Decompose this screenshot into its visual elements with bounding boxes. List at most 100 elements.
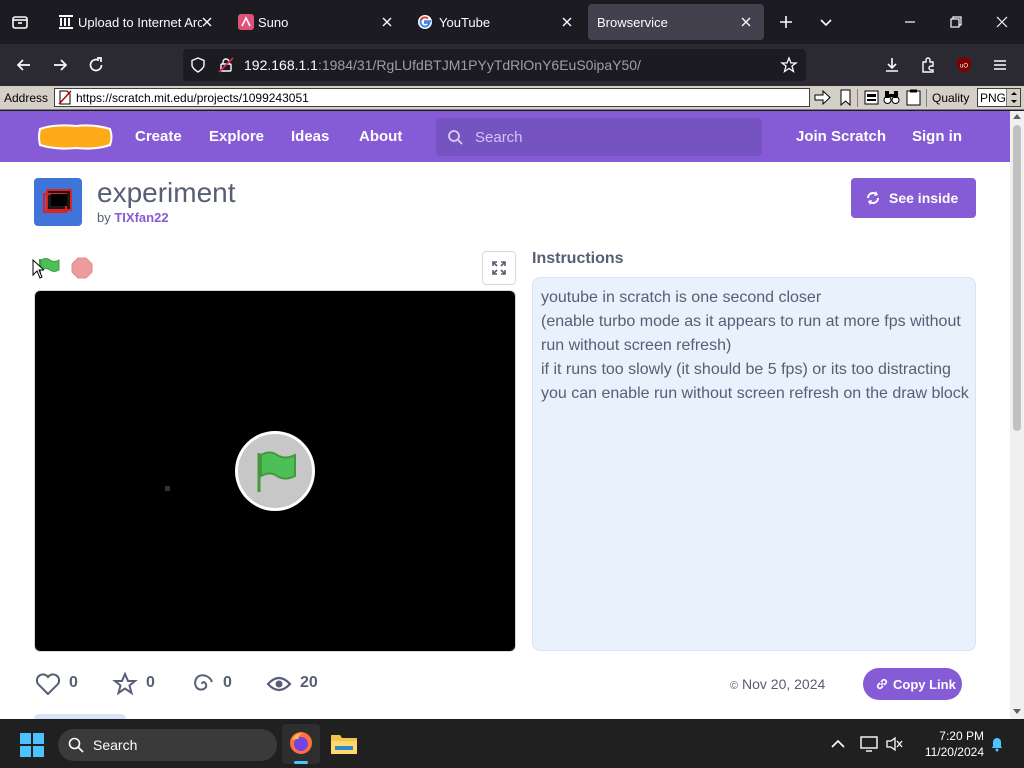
shield-icon[interactable] xyxy=(189,56,207,74)
tab-title: Browservice xyxy=(597,15,668,30)
quality-select[interactable]: PNG xyxy=(977,88,1021,107)
taskbar-clock[interactable]: 7:20 PM 11/20/2024 xyxy=(912,728,984,760)
start-flag-button[interactable] xyxy=(235,431,315,511)
sign-in-link[interactable]: Sign in xyxy=(912,128,962,145)
fullscreen-button[interactable] xyxy=(482,251,516,285)
firefox-taskbar-button[interactable] xyxy=(282,724,320,764)
close-icon[interactable] xyxy=(560,15,574,29)
instructions-line: you can enable run without screen refres… xyxy=(541,385,969,402)
print-page-icon[interactable] xyxy=(862,88,881,107)
instructions-line: youtube in scratch is one second closer xyxy=(541,289,822,306)
scratch-logo[interactable] xyxy=(36,123,114,151)
tab-title: Suno xyxy=(258,15,289,30)
restore-icon[interactable] xyxy=(946,12,966,32)
by-label: by xyxy=(97,210,111,225)
remix-spiral-icon[interactable] xyxy=(190,672,214,696)
clipboard-icon[interactable] xyxy=(904,88,923,107)
close-icon[interactable] xyxy=(200,15,214,29)
extensions-icon[interactable] xyxy=(918,55,938,75)
notification-bell-icon[interactable] xyxy=(989,736,1005,752)
stop-icon[interactable] xyxy=(71,257,93,279)
project-stage[interactable] xyxy=(34,290,516,652)
close-icon[interactable] xyxy=(739,15,753,29)
address-field[interactable]: https://scratch.mit.edu/projects/1099243… xyxy=(54,88,810,107)
archive-icon xyxy=(58,14,74,30)
active-app-indicator xyxy=(294,761,308,764)
url-path: :1984/31/RgLUfdBTJM1PYyTdRlOnY6EuS0ipaY5… xyxy=(317,57,641,73)
clock-date: 11/20/2024 xyxy=(924,745,984,759)
close-window-icon[interactable] xyxy=(992,12,1012,32)
scrollbar-thumb[interactable] xyxy=(1013,125,1021,431)
nav-about[interactable]: About xyxy=(359,128,402,145)
nav-explore[interactable]: Explore xyxy=(209,128,264,145)
url-text[interactable]: 192.168.1.1:1984/31/RgLUfdBTJM1PYyTdRlOn… xyxy=(244,57,641,73)
minimize-icon[interactable] xyxy=(900,12,920,32)
scratch-project-page: Create Explore Ideas About Search Join S… xyxy=(0,111,1010,719)
file-explorer-icon[interactable] xyxy=(330,732,358,756)
insecure-lock-icon[interactable] xyxy=(217,56,235,74)
project-byline: by TIXfan22 xyxy=(97,210,169,225)
nav-create[interactable]: Create xyxy=(135,128,182,145)
loves-count: 0 xyxy=(69,674,78,691)
eye-icon xyxy=(266,673,292,695)
windows-start-icon[interactable] xyxy=(20,733,44,757)
chevron-up-icon[interactable] xyxy=(830,737,846,751)
find-binoculars-icon[interactable] xyxy=(882,88,901,107)
tab-youtube[interactable]: YouTube xyxy=(408,4,584,40)
ublock-origin-icon[interactable]: uO xyxy=(955,56,973,74)
tab-internet-archive[interactable]: Upload to Internet Arch xyxy=(50,4,218,40)
url-host: 192.168.1.1 xyxy=(244,57,318,73)
browser-nav-bar: 192.168.1.1:1984/31/RgLUfdBTJM1PYyTdRlOn… xyxy=(0,44,1024,86)
toolbar-divider xyxy=(926,89,927,107)
mouse-cursor-icon xyxy=(32,259,44,279)
tab-browservice[interactable]: Browservice xyxy=(588,4,764,40)
bookmark-star-icon[interactable] xyxy=(780,56,798,74)
quality-value: PNG xyxy=(980,91,1007,105)
forward-icon[interactable] xyxy=(50,55,70,75)
chevron-down-icon[interactable] xyxy=(816,12,836,32)
taskbar-search-placeholder: Search xyxy=(93,737,138,753)
browser-tab-strip: Upload to Internet Arch Suno YouTube Bro… xyxy=(0,0,1024,44)
search-input[interactable]: Search xyxy=(436,118,762,156)
search-icon xyxy=(68,737,84,753)
tab-title: Upload to Internet Arch xyxy=(78,15,202,30)
tab-overview-icon[interactable] xyxy=(10,12,30,32)
nav-ideas[interactable]: Ideas xyxy=(291,128,329,145)
quality-label: Quality xyxy=(932,91,970,105)
quality-spinner-icon[interactable] xyxy=(1006,89,1020,106)
display-icon[interactable] xyxy=(860,736,878,752)
tab-suno[interactable]: Suno xyxy=(228,4,404,40)
taskbar-search[interactable]: Search xyxy=(58,729,277,761)
remix-arrows-icon xyxy=(865,190,881,206)
url-bar[interactable]: 192.168.1.1:1984/31/RgLUfdBTJM1PYyTdRlOn… xyxy=(183,49,806,81)
copy-link-button[interactable]: Copy Link xyxy=(863,668,962,700)
green-flag-icon xyxy=(252,450,300,494)
views-count: 20 xyxy=(300,674,318,691)
reload-icon[interactable] xyxy=(86,55,106,75)
stage-sprite-dot xyxy=(165,486,170,491)
copyright-icon: © xyxy=(730,680,739,692)
remixes-count: 0 xyxy=(223,674,232,691)
join-scratch-link[interactable]: Join Scratch xyxy=(796,128,886,145)
scroll-up-icon[interactable] xyxy=(1013,113,1021,119)
menu-icon[interactable] xyxy=(990,55,1010,75)
heart-icon[interactable] xyxy=(35,672,61,696)
back-icon[interactable] xyxy=(14,55,34,75)
new-tab-icon[interactable] xyxy=(776,12,796,32)
go-arrow-icon[interactable] xyxy=(813,88,832,107)
suno-icon xyxy=(238,14,254,30)
see-inside-button[interactable]: See inside xyxy=(851,178,976,218)
volume-muted-icon[interactable] xyxy=(886,736,904,752)
star-icon[interactable] xyxy=(112,672,138,696)
fullscreen-icon xyxy=(491,260,507,276)
firefox-icon xyxy=(289,731,313,755)
close-icon[interactable] xyxy=(380,15,394,29)
project-thumbnail[interactable] xyxy=(34,178,82,226)
bookmark-icon[interactable] xyxy=(836,88,855,107)
instructions-heading: Instructions xyxy=(532,250,624,267)
scroll-down-icon[interactable] xyxy=(1013,709,1021,715)
download-icon[interactable] xyxy=(882,55,902,75)
author-link[interactable]: TIXfan22 xyxy=(114,210,168,225)
page-scrollbar[interactable] xyxy=(1010,111,1024,719)
insecure-page-icon xyxy=(58,90,72,105)
